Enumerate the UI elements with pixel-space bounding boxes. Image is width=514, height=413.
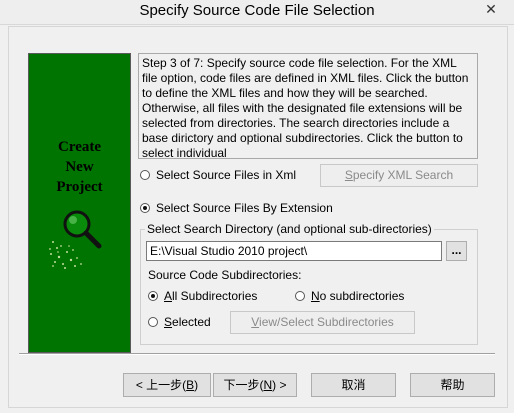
window-title: Specify Source Code File Selection <box>139 2 375 19</box>
view-select-subdirectories-button[interactable]: View/Select Subdirectories <box>230 311 415 334</box>
sidebar-title-line: Project <box>56 179 103 195</box>
button-label-suffix: ) > <box>272 378 287 392</box>
back-button[interactable]: < 上一步(B) <box>123 373 211 397</box>
sidebar-title-line: New <box>65 159 94 175</box>
label-rest: elected <box>172 315 211 329</box>
next-button[interactable]: 下一步(N) > <box>213 373 297 397</box>
sidebar-title-line: Create <box>57 139 102 155</box>
search-directory-legend: Select Search Directory (and optional su… <box>145 222 434 236</box>
title-bar: Specify Source Code File Selection ✕ <box>0 0 514 25</box>
selected-subdirectories-radio[interactable] <box>148 317 158 327</box>
label-mnemonic: A <box>164 289 173 303</box>
by-extension-radio[interactable] <box>140 203 150 213</box>
step-description: Step 3 of 7: Specify source code file se… <box>138 53 478 159</box>
label-rest: o subdirectories <box>319 289 405 303</box>
button-label-prefix: < 上一步( <box>135 378 187 392</box>
search-directory-input[interactable]: E:\Visual Studio 2010 project\ <box>146 241 442 261</box>
cancel-button[interactable]: 取消 <box>311 373 396 397</box>
button-label-rest: pecify XML Search <box>352 168 454 182</box>
by-extension-radio-label[interactable]: Select Source Files By Extension <box>156 201 333 215</box>
wizard-sidebar: Create New Project <box>28 53 131 353</box>
label-mnemonic: S <box>164 315 173 329</box>
xml-files-radio[interactable] <box>140 170 150 180</box>
browse-button[interactable]: ... <box>446 241 467 261</box>
xml-files-radio-label[interactable]: Select Source Files in Xml <box>156 168 296 182</box>
all-subdirectories-label[interactable]: All Subdirectories <box>164 289 257 303</box>
subdirectories-label: Source Code Subdirectories: <box>148 268 302 282</box>
specify-xml-search-button[interactable]: Specify XML Search <box>320 164 478 187</box>
button-label-suffix: ) <box>194 378 199 392</box>
button-mnemonic: B <box>186 378 195 392</box>
label-mnemonic: N <box>311 289 320 303</box>
label-rest: ll Subdirectories <box>172 289 258 303</box>
no-subdirectories-label[interactable]: No subdirectories <box>311 289 404 303</box>
no-subdirectories-radio[interactable] <box>295 291 305 301</box>
button-mnemonic: S <box>344 168 353 182</box>
sidebar-title: Create New Project <box>29 137 130 197</box>
button-mnemonic: V <box>251 315 260 329</box>
close-icon[interactable]: ✕ <box>476 0 506 18</box>
help-button[interactable]: 帮助 <box>410 373 495 397</box>
footer-separator <box>19 353 495 355</box>
selected-subdirectories-label[interactable]: Selected <box>164 315 211 329</box>
button-label-prefix: 下一步( <box>223 378 264 392</box>
button-label-rest: iew/Select Subdirectories <box>259 315 394 329</box>
magnifier-icon <box>49 210 102 269</box>
all-subdirectories-radio[interactable] <box>148 291 158 301</box>
button-mnemonic: N <box>263 378 273 392</box>
